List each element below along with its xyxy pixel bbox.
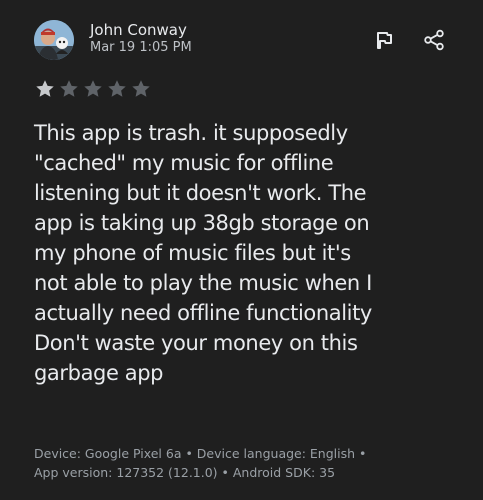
avatar <box>34 20 74 60</box>
review-card: John Conway Mar 19 1:05 PM This app is t… <box>0 0 483 500</box>
avatar-photo <box>34 20 74 60</box>
reviewer-name: John Conway <box>90 21 187 39</box>
share-icon <box>424 29 444 51</box>
star-icon-empty <box>132 80 150 97</box>
star-icon-empty <box>108 80 126 97</box>
share-button[interactable] <box>422 28 446 52</box>
star-icon-empty <box>60 80 78 97</box>
star-rating <box>34 78 152 100</box>
star-icon-filled <box>36 80 54 97</box>
flag-button[interactable] <box>372 28 396 52</box>
review-text: This app is trash. it supposedly "cached… <box>34 121 372 385</box>
device-info: Device: Google Pixel 6a • Device languag… <box>34 446 367 480</box>
review-date: Mar 19 1:05 PM <box>90 40 192 55</box>
flag-icon <box>377 32 392 49</box>
star-icon-empty <box>84 80 102 97</box>
